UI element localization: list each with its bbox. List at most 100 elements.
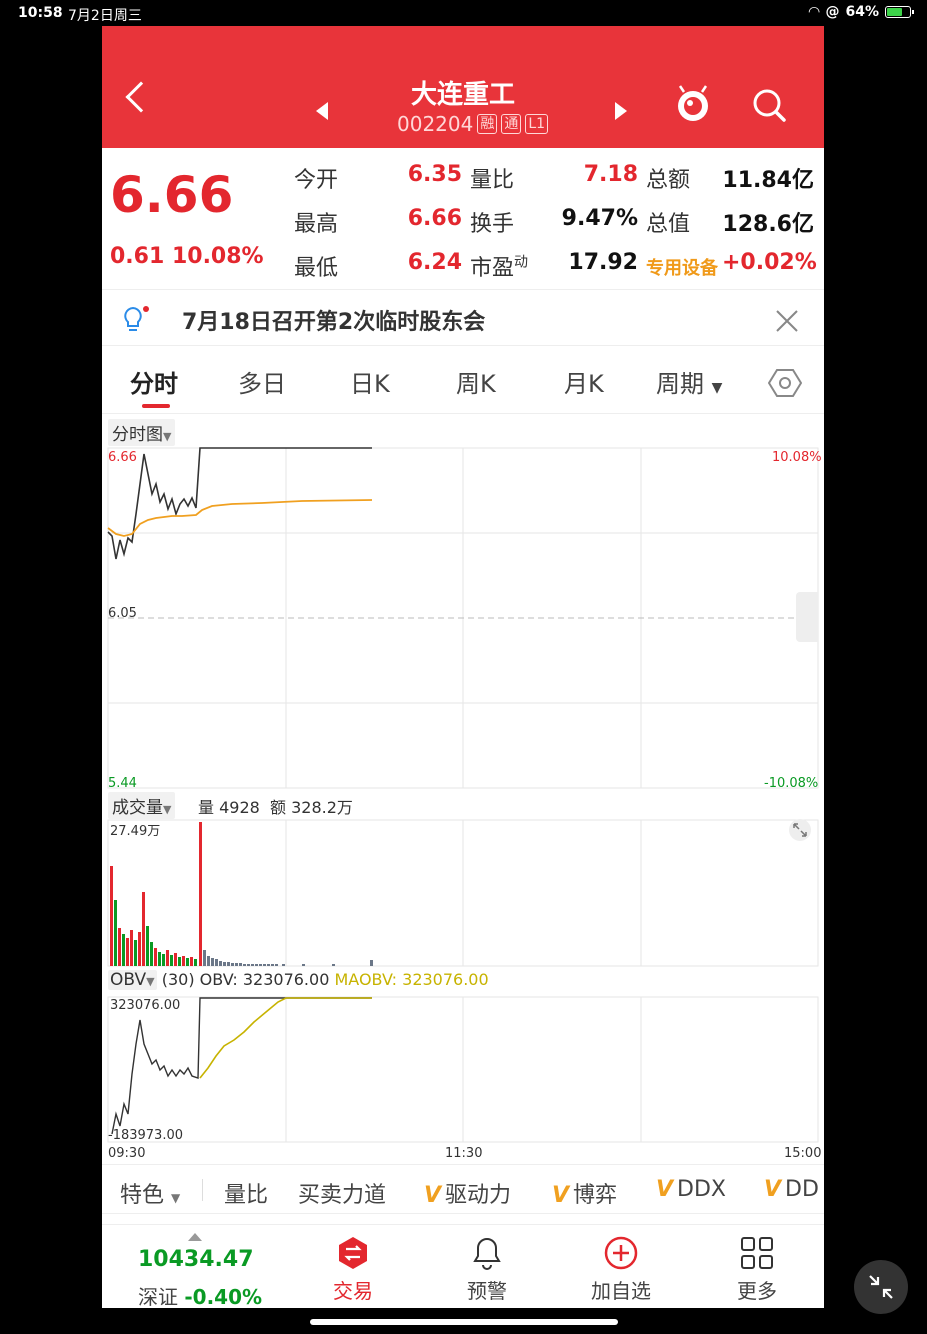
maobv-value: MAOBV: 323076.00: [334, 970, 489, 989]
level1-tag: L1: [525, 114, 549, 134]
announcement-bar[interactable]: 7月18日召开第2次临时股东会: [102, 290, 824, 346]
amount-label: 额: [270, 798, 287, 817]
volume-label: 量: [198, 798, 215, 817]
obv-header: OBV▼ (30) OBV: 323076.00 MAOBV: 323076.0…: [108, 970, 489, 990]
market-cap-value: 128.6亿: [722, 212, 814, 237]
chart-area: 分时图▼ 6.66 6.05 5.44 10.08% -10.08% 成交量▼ …: [102, 414, 824, 1174]
chevron-down-icon: ▼: [171, 1191, 181, 1205]
chevron-down-icon: ▼: [146, 975, 155, 988]
indicator-drive[interactable]: V 驱动力: [424, 1177, 511, 1209]
nav-more[interactable]: 更多: [712, 1235, 802, 1304]
volume-value: 4928: [219, 798, 260, 817]
trade-icon: [339, 1237, 367, 1269]
status-date: 7月2日周三: [68, 8, 142, 24]
indicator-featured-label: 特色: [120, 1183, 165, 1208]
add-circle-icon: [604, 1236, 638, 1270]
indicator-buy-sell-force[interactable]: 买卖力道: [298, 1177, 386, 1209]
index-name: 深证: [138, 1285, 178, 1308]
margin-tag: 融: [477, 114, 498, 134]
time-mid-label: 11:30: [445, 1146, 483, 1161]
settings-icon[interactable]: [768, 366, 802, 400]
indicator-dd[interactable]: V DD: [764, 1177, 819, 1202]
status-time: 10:58: [18, 5, 63, 21]
divider: [202, 1179, 203, 1201]
indicator-game[interactable]: V 博弈: [552, 1177, 617, 1209]
volume-ratio-label: 量比: [470, 168, 515, 193]
nav-alert[interactable]: 预警: [442, 1235, 532, 1304]
indicator-volume-ratio[interactable]: 量比: [224, 1177, 268, 1209]
volume-selector[interactable]: 成交量▼: [108, 792, 176, 819]
nav-trade[interactable]: 交易: [308, 1235, 398, 1304]
stock-name: 大连重工: [410, 80, 515, 110]
floating-window-button[interactable]: [854, 1260, 908, 1314]
time-start-label: 09:30: [108, 1146, 146, 1161]
indicator-drive-label: 驱动力: [445, 1183, 512, 1208]
low-label: 最低: [294, 256, 339, 281]
tab-intraday[interactable]: 分时: [130, 364, 178, 399]
turnover-rate-label: 换手: [470, 212, 515, 237]
home-indicator[interactable]: [310, 1319, 618, 1325]
indicator-dd-label: DD: [785, 1177, 819, 1202]
collapse-arrows-icon: [869, 1275, 893, 1299]
next-stock-button[interactable]: [615, 102, 627, 120]
indicator-game-label: 博弈: [573, 1183, 618, 1208]
orientation-lock-icon: @: [825, 4, 840, 20]
change-amount: 0.61: [110, 244, 165, 269]
search-icon[interactable]: [752, 88, 786, 122]
bottom-nav: 10434.47 深证 -0.40% 交易 预警 加自选 更多: [102, 1224, 824, 1308]
high-value: 6.66: [407, 206, 462, 231]
intraday-chart-selector[interactable]: 分时图▼: [108, 419, 176, 446]
volume-bars: [110, 822, 373, 966]
index-change-row[interactable]: 深证 -0.40%: [138, 1281, 262, 1308]
obv-value: OBV: 323076.00: [199, 970, 330, 989]
announcement-text[interactable]: 7月18日召开第2次临时股东会: [182, 304, 485, 336]
pct-bottom-label: -10.08%: [764, 776, 819, 791]
tab-monthly-k[interactable]: 月K: [564, 364, 604, 399]
lightbulb-icon: [124, 306, 149, 331]
pct-top-label: 10.08%: [772, 450, 822, 465]
chevron-down-icon: ▼: [711, 380, 723, 396]
battery-percent: 64%: [845, 4, 879, 20]
stock-code-row: 002204 融 通 L1: [397, 112, 549, 136]
time-end-label: 15:00: [784, 1146, 822, 1161]
expand-icon[interactable]: [788, 818, 812, 842]
nav-alert-label: 预警: [467, 1279, 507, 1303]
tab-multi-day[interactable]: 多日: [238, 364, 286, 399]
indicator-ddx[interactable]: V DDX: [656, 1177, 726, 1202]
status-bar: 10:58 7月2日周三 ◠ @ 64%: [0, 0, 927, 26]
open-value: 6.35: [407, 162, 462, 187]
average-price-line: [107, 499, 373, 537]
high-label: 最高: [294, 212, 339, 237]
turnover-amount-value: 11.84亿: [722, 168, 814, 193]
mascot-icon[interactable]: [674, 84, 712, 124]
pe-label: 市盈动: [470, 250, 528, 282]
wifi-icon: ◠: [808, 4, 820, 20]
nav-add-watchlist-label: 加自选: [591, 1279, 651, 1303]
volume-selector-label: 成交量: [112, 798, 163, 818]
sector-label[interactable]: 专用设备: [646, 254, 718, 280]
active-tab-indicator: [142, 404, 170, 408]
side-drawer-handle[interactable]: [796, 592, 818, 642]
tab-daily-k[interactable]: 日K: [350, 364, 390, 399]
price-bottom-label: 5.44: [108, 776, 137, 791]
nav-add-watchlist[interactable]: 加自选: [576, 1235, 666, 1304]
tab-period[interactable]: 周期 ▼: [656, 364, 722, 399]
turnover-amount-label: 总额: [646, 168, 691, 193]
obv-selector[interactable]: OBV▼: [108, 970, 157, 990]
tab-weekly-k[interactable]: 周K: [456, 364, 496, 399]
bell-icon: [473, 1237, 501, 1270]
stock-header: 大连重工 002204 融 通 L1: [102, 26, 824, 148]
indicator-ddx-label: DDX: [677, 1177, 726, 1202]
obv-bottom-label: -183973.00: [108, 1128, 183, 1143]
low-value: 6.24: [407, 250, 462, 275]
close-icon[interactable]: [774, 308, 800, 334]
amount-value: 328.2万: [291, 798, 353, 817]
sector-change[interactable]: +0.02%: [722, 250, 817, 275]
indicator-featured[interactable]: 特色 ▼: [120, 1177, 180, 1209]
intraday-selector-label: 分时图: [112, 425, 163, 445]
current-price: 6.66: [110, 166, 234, 224]
expand-up-icon[interactable]: [188, 1233, 202, 1241]
index-value[interactable]: 10434.47: [138, 1247, 254, 1272]
vip-icon: V: [656, 1177, 674, 1202]
chevron-down-icon: ▼: [163, 430, 172, 443]
